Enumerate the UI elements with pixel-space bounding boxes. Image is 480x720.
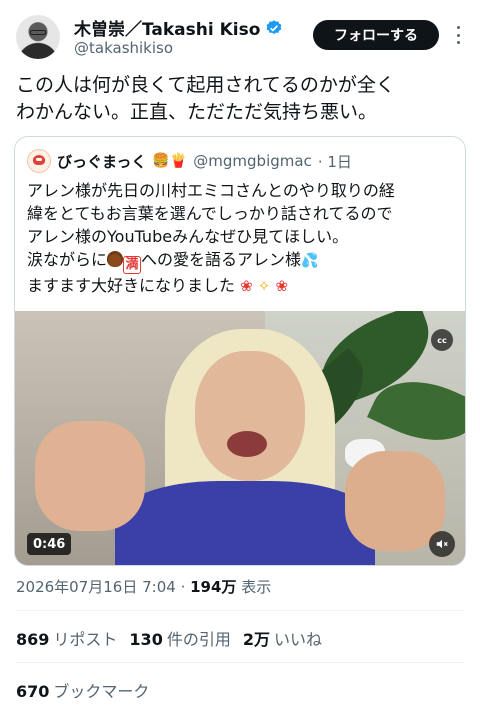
tweet-text-line: この人は何が良くて起用されてるのかが全く	[16, 74, 395, 96]
view-count: 194万	[190, 578, 237, 596]
divider	[16, 610, 464, 611]
likes-stat[interactable]: 2万 いいね	[243, 626, 322, 650]
quoted-line4-post: への愛を語るアレン様	[141, 250, 302, 269]
video-player[interactable]: cc 0:46	[15, 311, 465, 565]
video-duration: 0:46	[27, 533, 72, 555]
quoted-text-line: アレン様のYouTubeみんなぜひ見てほしい。	[27, 227, 349, 246]
quoted-text-line: 緯をとてもお言葉を選んでしっかり話されてるので	[27, 204, 393, 223]
tweet-header: 木曽崇／Takashi Kiso @takashikiso フォローする	[0, 0, 480, 64]
bookmarks-label: ブックマーク	[53, 682, 150, 701]
quotes-count: 130	[129, 630, 163, 649]
reposts-count: 869	[16, 630, 50, 649]
quoted-time: · 1日	[317, 152, 352, 171]
quoted-display-name: びっぐまっく	[57, 152, 147, 171]
tweet-datetime[interactable]: 2026年07月16日 7:04 ·	[16, 578, 190, 596]
poop-emoji-icon	[107, 251, 124, 267]
author-handle[interactable]: @takashikiso	[74, 39, 173, 57]
mute-icon[interactable]	[429, 531, 455, 557]
quoted-name-emojis: 🍔🍟	[152, 153, 188, 169]
quoted-line4-pre: 涙ながらに	[27, 250, 108, 269]
quoted-text-line: アレン様が先日の川村エミコさんとのやり取りの経	[27, 181, 395, 200]
quotes-label: 件の引用	[166, 630, 231, 649]
bookmarks-stat[interactable]: 670 ブックマーク	[16, 678, 149, 702]
quoted-header: びっぐまっく 🍔🍟 @mgmgbigmac · 1日	[27, 149, 352, 173]
rose-emoji-icon: ❀	[240, 277, 253, 295]
tweet-text: この人は何が良くて起用されてるのかが全く わかんない。正直、ただただ気持ち悪い。	[16, 72, 468, 126]
rose-emoji-icon: ❀	[275, 277, 289, 295]
engagement-stats: 869 リポスト 130 件の引用 2万 いいね	[16, 626, 322, 650]
follow-button[interactable]: フォローする	[313, 20, 439, 50]
quoted-text-line: 涙ながらに満への愛を語るアレン様💦	[27, 248, 457, 274]
author-display-name[interactable]: 木曽崇／Takashi Kiso	[74, 15, 260, 40]
reposts-label: リポスト	[53, 630, 118, 649]
author-avatar[interactable]	[16, 15, 60, 59]
author-name-row: 木曽崇／Takashi Kiso	[74, 15, 283, 40]
verified-badge-icon	[266, 19, 282, 34]
view-label: 表示	[236, 578, 272, 596]
tweet-text-line: わかんない。正直、ただただ気持ち悪い。	[16, 101, 378, 123]
reposts-stat[interactable]: 869 リポスト	[16, 626, 117, 650]
man-emoji-icon: 満	[123, 256, 142, 274]
quoted-text-line: ますます大好きになりました ❀ ✧ ❀	[27, 274, 457, 298]
quoted-avatar	[27, 149, 51, 173]
quoted-line5: ますます大好きになりました	[27, 276, 236, 295]
quotes-stat[interactable]: 130 件の引用	[129, 626, 230, 650]
tweet-meta: 2026年07月16日 7:04 · 194万 表示	[16, 576, 271, 597]
bookmarks-count: 670	[16, 682, 50, 701]
quoted-text: アレン様が先日の川村エミコさんとのやり取りの経 緯をとてもお言葉を選んでしっかり…	[27, 179, 457, 298]
likes-count: 2万	[242, 630, 270, 649]
cc-icon[interactable]: cc	[431, 329, 453, 351]
quoted-handle: @mgmgbigmac	[193, 152, 312, 170]
likes-label: いいね	[273, 630, 322, 649]
divider	[16, 662, 464, 663]
quoted-tweet[interactable]: びっぐまっく 🍔🍟 @mgmgbigmac · 1日 アレン様が先日の川村エミコ…	[14, 136, 466, 566]
more-icon[interactable]	[450, 24, 466, 46]
sweat-emoji-icon: 💦	[301, 253, 319, 269]
sparkle-emoji-icon: ✧	[257, 277, 271, 295]
